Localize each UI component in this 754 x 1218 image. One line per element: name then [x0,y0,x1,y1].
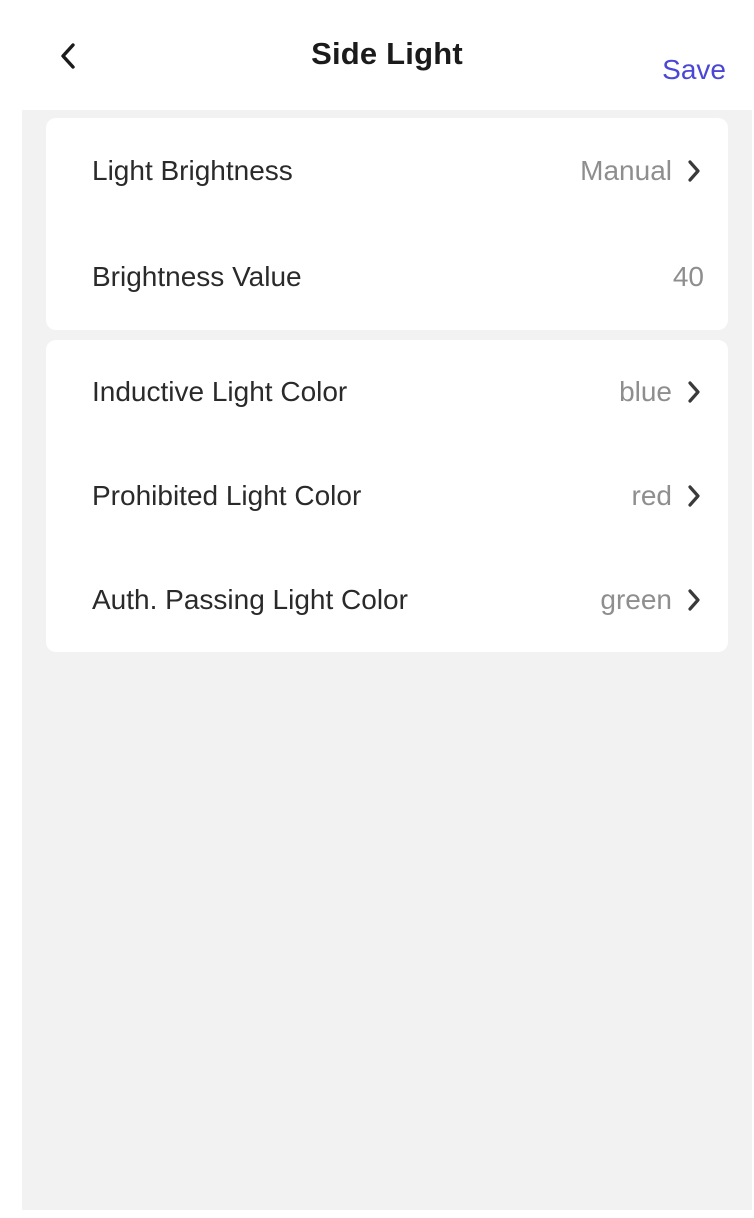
row-value: red [631,480,672,511]
light-color-settings-card: Inductive Light Color blue Prohibited Li… [46,340,728,652]
row-value-group: Manual [580,155,704,187]
row-label: Auth. Passing Light Color [92,584,408,615]
row-value-group: red [632,480,704,512]
prohibited-light-color-row[interactable]: Prohibited Light Color red [46,444,728,548]
inductive-light-color-row[interactable]: Inductive Light Color blue [46,340,728,444]
row-label: Prohibited Light Color [92,480,362,511]
row-value-group: blue [619,376,704,408]
row-value: blue [619,376,672,407]
brightness-settings-card: Light Brightness Manual Brightness Value… [46,118,728,330]
page-title: Side Light [311,36,463,71]
row-label: Light Brightness [92,155,293,186]
nav-header: Side Light Save [22,10,752,110]
side-light-screen: Side Light Save Light Brightness Manual … [22,10,752,1210]
light-brightness-row[interactable]: Light Brightness Manual [46,118,728,224]
row-label: Brightness Value [92,261,302,292]
row-value: Manual [580,155,672,186]
row-label: Inductive Light Color [92,376,348,407]
auth-passing-light-color-row[interactable]: Auth. Passing Light Color green [46,548,728,652]
chevron-right-icon [684,377,704,407]
chevron-right-icon [684,481,704,511]
row-value-group: 40 [673,261,704,293]
chevron-right-icon [684,585,704,615]
chevron-right-icon [684,156,704,186]
brightness-value-row: Brightness Value 40 [46,224,728,330]
row-value: green [600,584,672,615]
save-button[interactable]: Save [662,54,726,86]
row-value: 40 [672,261,704,292]
row-value-group: green [600,584,704,616]
